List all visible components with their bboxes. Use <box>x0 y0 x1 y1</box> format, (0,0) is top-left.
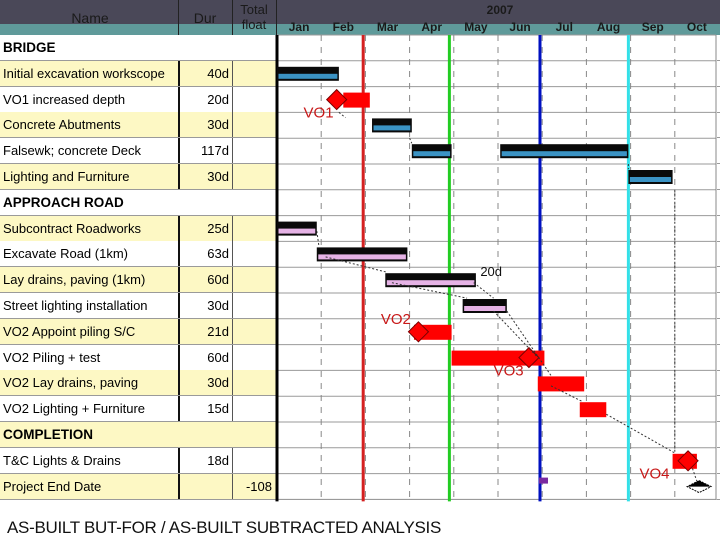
month-tick-label: Sep <box>642 20 664 34</box>
month-tick-label: Jan <box>289 20 310 34</box>
gantt-chart: Jan Feb Mar Apr May Jun Jul Aug Sep Oct VO1 20d VO2 V… <box>275 20 717 502</box>
vo-bar <box>537 376 585 392</box>
vo-bar <box>343 92 370 108</box>
task-bar <box>501 151 627 157</box>
month-tick-label: Oct <box>687 20 707 34</box>
vo-label: VO2 <box>381 311 411 328</box>
task-bar <box>278 73 338 79</box>
month-tick-label: Apr <box>421 20 442 34</box>
task-bar <box>278 228 316 234</box>
vo-label: VO4 <box>639 466 669 483</box>
task-bar <box>464 306 506 311</box>
task-bar <box>373 125 411 131</box>
month-tick-label: May <box>464 20 488 34</box>
vo-label: VO3 <box>494 362 524 379</box>
month-tick-label: Feb <box>333 20 354 34</box>
task-bar <box>413 151 451 157</box>
vo-label: VO1 <box>304 104 334 121</box>
month-tick-label: Jun <box>509 20 530 34</box>
month-tick-label: Jul <box>556 20 573 34</box>
month-tick-label: Aug <box>597 20 620 34</box>
month-tick-label: Mar <box>377 20 399 34</box>
task-bar <box>629 177 672 182</box>
float-label: 20d <box>480 264 502 279</box>
caption: AS-BUILT BUT-FOR / AS-BUILT SUBTRACTED A… <box>7 518 441 537</box>
vo-bar <box>579 402 607 418</box>
task-bar <box>318 254 406 260</box>
progress-marker <box>538 477 548 484</box>
